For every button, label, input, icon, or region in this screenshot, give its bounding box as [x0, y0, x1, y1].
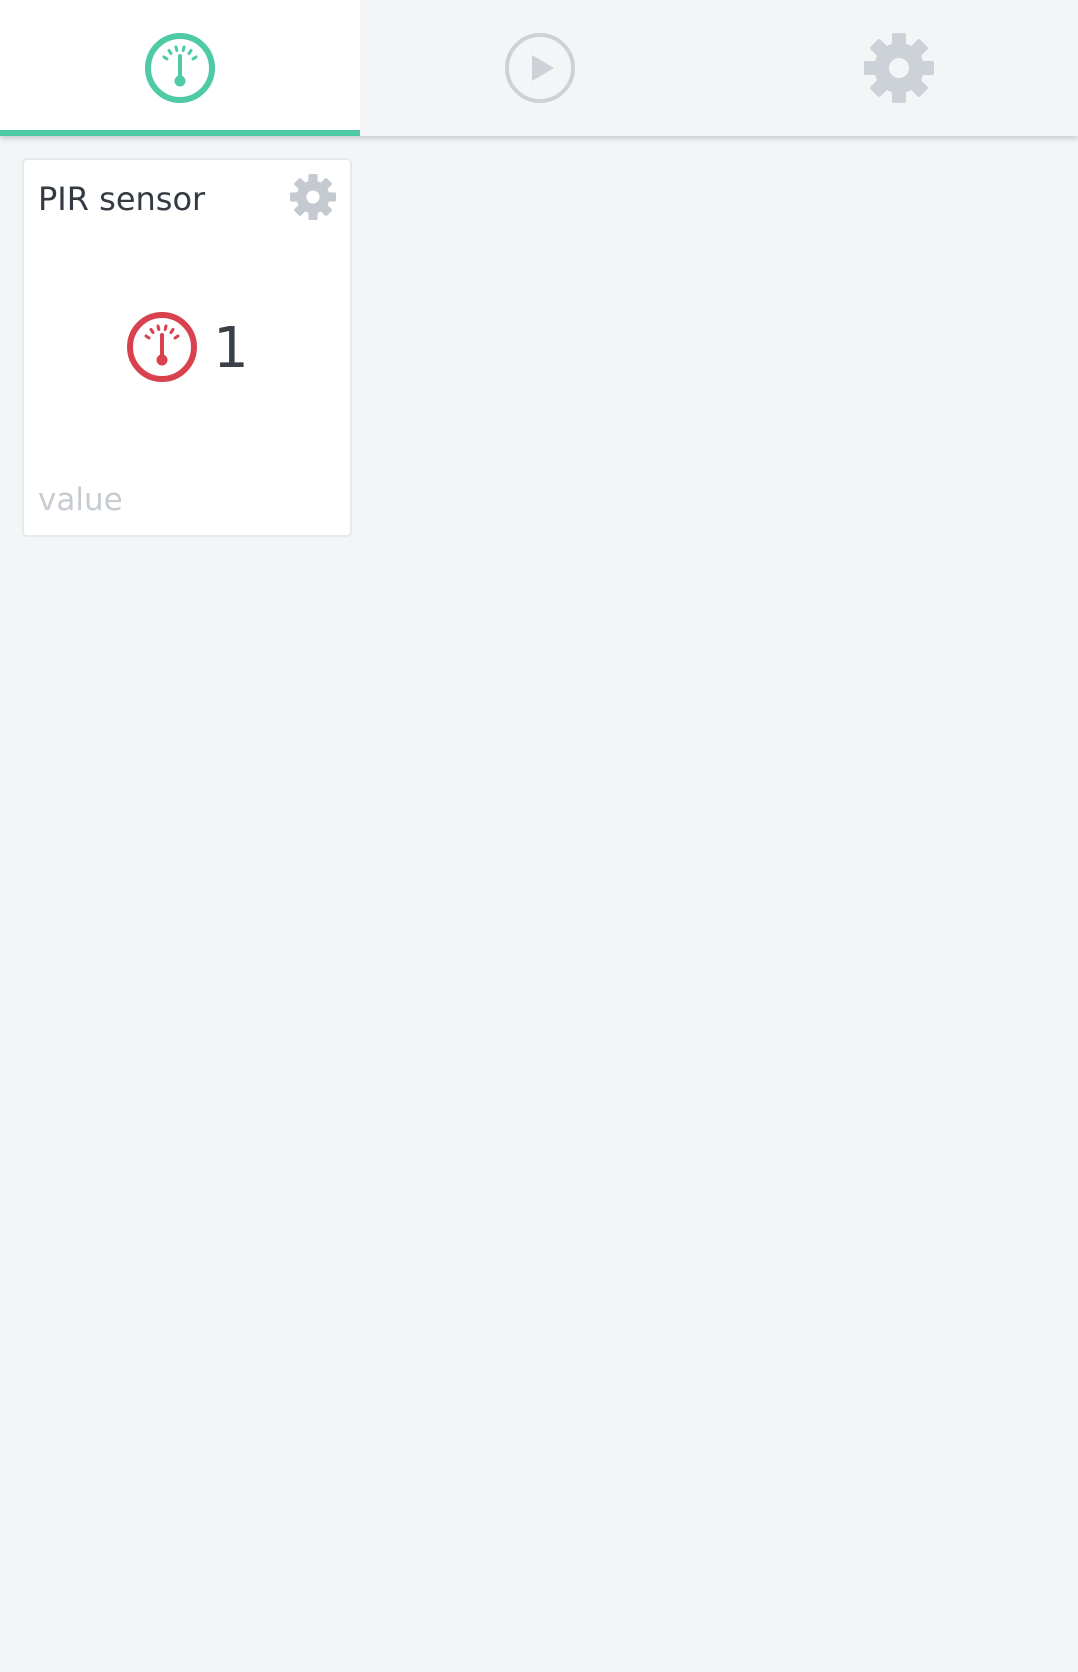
card-title: PIR sensor: [38, 180, 206, 218]
play-icon: [503, 31, 577, 105]
sensor-value: 1: [213, 316, 249, 381]
gauge-icon: [125, 310, 199, 388]
tab-dashboard[interactable]: [0, 0, 360, 136]
card-caption: value: [38, 481, 123, 518]
tab-play[interactable]: [360, 0, 720, 136]
tab-bar: [0, 0, 1078, 136]
card-value-row: 1: [24, 310, 350, 388]
gear-icon: [861, 30, 937, 106]
gear-icon[interactable]: [288, 172, 338, 226]
tab-settings[interactable]: [720, 0, 1078, 136]
gauge-icon: [143, 31, 217, 105]
sensor-card: PIR sensor 1 value: [22, 158, 352, 537]
